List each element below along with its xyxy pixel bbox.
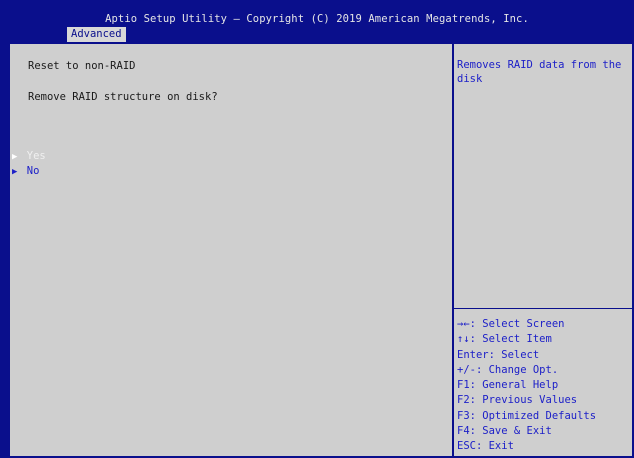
key-select-screen: →←: Select Screen bbox=[457, 318, 565, 330]
key-select-item: ↑↓: Select Item bbox=[457, 333, 552, 346]
key-save-exit: F4: Save & Exit bbox=[457, 425, 552, 438]
help-panel: Removes RAID data from the disk →←: Sele… bbox=[454, 46, 632, 454]
key-optimized-defaults: F3: Optimized Defaults bbox=[457, 409, 597, 422]
help-separator bbox=[454, 308, 632, 309]
key-change-opt: +/-: Change Opt. bbox=[457, 363, 559, 376]
header-bar: Aptio Setup Utility – Copyright (C) 2019… bbox=[0, 0, 634, 44]
help-description: Removes RAID data from the disk bbox=[457, 59, 622, 85]
tab-advanced[interactable]: Advanced bbox=[67, 27, 126, 42]
key-escape-exit: ESC: Exit bbox=[457, 440, 514, 453]
option-yes[interactable]: ▶ Yes bbox=[12, 150, 46, 162]
page-heading: Reset to non-RAID bbox=[28, 60, 136, 72]
key-enter-select: Enter: Select bbox=[457, 348, 540, 361]
option-no-label: No bbox=[26, 165, 40, 177]
app-title: Aptio Setup Utility – Copyright (C) 2019… bbox=[105, 13, 529, 25]
triangle-right-icon: ▶ bbox=[12, 167, 18, 177]
triangle-right-icon: ▶ bbox=[12, 152, 18, 162]
key-legend: →←: Select Screen ↑↓: Select Item Enter:… bbox=[457, 317, 596, 455]
key-general-help: F1: General Help bbox=[457, 379, 559, 392]
confirm-question: Remove RAID structure on disk? bbox=[28, 91, 218, 103]
main-panel: Reset to non-RAID Remove RAID structure … bbox=[12, 46, 452, 454]
key-previous-values: F2: Previous Values bbox=[457, 394, 578, 407]
option-no[interactable]: ▶ No bbox=[12, 165, 39, 177]
option-yes-label: Yes bbox=[26, 150, 46, 162]
